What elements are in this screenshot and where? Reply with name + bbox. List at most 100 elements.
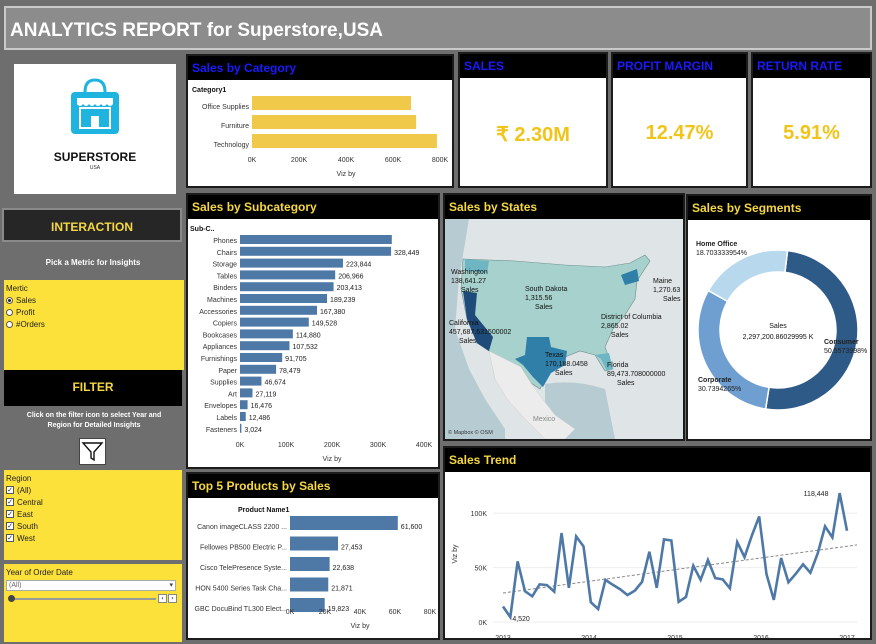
category-category-label: Office Supplies <box>202 104 249 111</box>
slider-next-button[interactable]: › <box>168 594 177 603</box>
subcategory-bar[interactable] <box>240 364 277 374</box>
subcategory-bar[interactable] <box>240 412 246 421</box>
metric-option[interactable]: #Orders <box>6 318 182 330</box>
region-option-label: (All) <box>17 485 32 495</box>
filter-button[interactable] <box>79 438 106 465</box>
subcategory-bar[interactable] <box>240 258 343 268</box>
subcategory-bar[interactable] <box>240 353 283 362</box>
subcategory-tick-label: 400K <box>416 442 433 449</box>
segment-slice[interactable] <box>764 249 859 411</box>
top5-bar[interactable] <box>290 536 339 551</box>
subcategory-bar-label: 328,449 <box>394 250 419 257</box>
kpi-return-panel: RETURN RATE 5.91% <box>751 52 872 188</box>
region-option[interactable]: ✓ East <box>6 508 180 520</box>
year-dropdown[interactable]: (All) ▾ <box>6 580 176 591</box>
slider-handle[interactable] <box>8 595 15 602</box>
slider-prev-button[interactable]: ‹ <box>158 594 167 603</box>
checkbox-icon[interactable]: ✓ <box>6 522 14 530</box>
region-option[interactable]: ✓ (All) <box>6 484 180 496</box>
top5-bar[interactable] <box>290 516 398 530</box>
region-option[interactable]: ✓ West <box>6 532 180 544</box>
chevron-down-icon: ▾ <box>169 582 173 589</box>
segment-value-label: 30.7394265% <box>698 386 741 393</box>
trend-min-label: 4,520 <box>512 616 530 623</box>
map-state-name: Florida <box>607 362 629 369</box>
category-bar[interactable] <box>252 134 437 148</box>
subcategory-category-label: Supplies <box>210 380 237 387</box>
checkbox-icon[interactable]: ✓ <box>6 498 14 506</box>
trend-x-tick: 2015 <box>667 635 683 638</box>
shopping-bag-icon <box>71 78 119 134</box>
subcategory-bar[interactable] <box>240 317 309 327</box>
subcategory-category-label: Copiers <box>213 321 238 328</box>
checkbox-icon[interactable]: ✓ <box>6 510 14 518</box>
year-value: (All) <box>9 582 22 589</box>
segment-value-label: 50.5573998% <box>824 348 867 355</box>
top5-bar[interactable] <box>290 557 330 571</box>
states-map[interactable]: Mexico © Mapbox © OSM Washington 138,641.… <box>445 219 683 439</box>
year-slider[interactable]: ‹ › <box>6 594 177 604</box>
subcategory-category-label: Machines <box>207 297 237 304</box>
metric-option[interactable]: Sales <box>6 294 182 306</box>
subcategory-bar[interactable] <box>240 246 392 256</box>
subcategory-title: Sales by Subcategory <box>188 195 438 219</box>
kpi-sales-panel: SALES ₹ 2.30M <box>458 52 608 188</box>
radio-icon[interactable] <box>6 320 13 328</box>
subcategory-bar[interactable] <box>240 388 253 398</box>
map-state-name: Texas <box>545 352 564 359</box>
region-option[interactable]: ✓ South <box>6 520 180 532</box>
subcategory-bar[interactable] <box>240 341 290 351</box>
subcategory-category-label: Tables <box>217 273 238 280</box>
region-option-label: East <box>17 509 34 519</box>
subcategory-bar[interactable] <box>240 423 242 433</box>
metric-option[interactable]: Profit <box>6 306 182 318</box>
subcategory-category-label: Paper <box>218 368 237 375</box>
radio-icon[interactable] <box>6 308 13 316</box>
category-bar[interactable] <box>252 115 417 129</box>
radio-icon[interactable] <box>6 296 13 304</box>
subcategory-bar[interactable] <box>240 294 328 303</box>
region-option[interactable]: ✓ Central <box>6 496 180 508</box>
segment-slice[interactable] <box>707 249 789 303</box>
checkbox-icon[interactable]: ✓ <box>6 486 14 494</box>
subcategory-bar[interactable] <box>240 282 334 292</box>
subcategory-bar[interactable] <box>240 235 392 244</box>
segment-label: Consumer <box>824 339 859 346</box>
map-state-value: 170,188.0458 <box>545 361 588 368</box>
subcategory-bar-label: 114,880 <box>296 332 321 339</box>
top5-category-label: HON 5400 Series Task Cha... <box>195 586 287 593</box>
subcategory-category-label: Binders <box>213 285 237 292</box>
segment-label: Corporate <box>698 377 732 384</box>
category-panel: Sales by Category Category1 Office Suppli… <box>186 54 454 188</box>
map-state-value: 1,270.63 <box>653 287 680 294</box>
subcategory-bar-label: 78,479 <box>279 368 301 375</box>
subcategory-bar[interactable] <box>240 376 262 386</box>
subcategory-bar[interactable] <box>240 400 248 410</box>
kpi-profit-title: PROFIT MARGIN <box>613 54 746 78</box>
checkbox-icon[interactable]: ✓ <box>6 534 14 542</box>
map-state-value: 138,641.27 <box>451 278 486 285</box>
top5-axis-label: Viz by <box>351 623 370 630</box>
subcategory-bar[interactable] <box>240 329 293 339</box>
subcategory-bar-label: 203,413 <box>337 285 362 292</box>
top5-chart: Product Name1 Canon imageCLASS 2200 ... 61… <box>195 507 437 630</box>
category-chart: Category1 Office Supplies Furniture Technol… <box>192 87 448 178</box>
trend-series-line[interactable] <box>501 492 849 621</box>
kpi-sales-title: SALES <box>460 54 606 78</box>
logo-panel: SUPERSTORE USA <box>14 64 176 194</box>
region-filter: Region ✓ (All) ✓ Central ✓ East ✓ South ✓ West <box>4 470 182 560</box>
subcategory-tick-label: 0K <box>236 442 245 449</box>
category-category-label: Furniture <box>221 123 249 130</box>
trend-y-tick: 100K <box>471 511 488 518</box>
subcategory-bar-label: 149,528 <box>312 321 337 328</box>
subcategory-bar[interactable] <box>240 270 336 280</box>
subcategory-bar[interactable] <box>240 305 317 315</box>
subcategory-category-label: Appliances <box>203 344 238 351</box>
segments-donut: Consumer 50.5573998% Corporate 30.7394265% H… <box>696 241 867 411</box>
region-title: Region <box>6 473 32 483</box>
region-option-label: West <box>17 533 36 543</box>
category-bar[interactable] <box>252 96 412 110</box>
top5-bar[interactable] <box>290 577 329 592</box>
category-tick-label: 400K <box>338 157 355 164</box>
top5-tick-label: 0K <box>286 609 295 616</box>
